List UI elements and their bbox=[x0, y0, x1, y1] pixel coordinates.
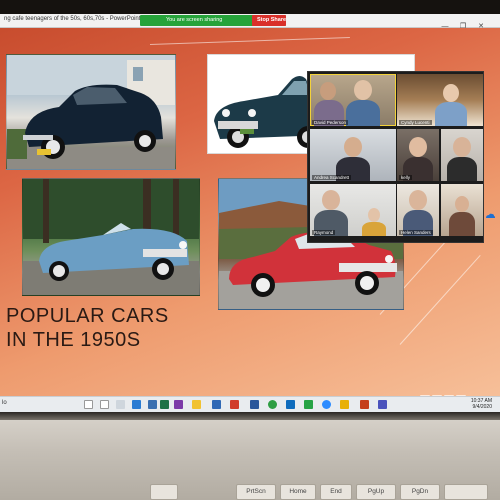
car-photo-light-blue-convertible bbox=[22, 178, 200, 296]
participant-name: kelly bbox=[399, 175, 413, 180]
laptop-screen: POPULAR CARS IN THE 1950S David Pederson… bbox=[0, 14, 500, 412]
powerpoint-icon[interactable] bbox=[360, 400, 369, 409]
stop-share-button[interactable]: Stop Share bbox=[252, 15, 286, 26]
onenote-icon[interactable] bbox=[174, 400, 183, 409]
zoom-icon[interactable] bbox=[322, 400, 331, 409]
minimize-button[interactable]: — bbox=[436, 23, 454, 30]
keyboard-key-prtscn: PrtScn bbox=[236, 484, 276, 500]
keyboard-key-end: End bbox=[320, 484, 352, 500]
edge-icon[interactable] bbox=[132, 400, 141, 409]
outlook-icon[interactable] bbox=[286, 400, 295, 409]
keyboard-key bbox=[444, 484, 488, 500]
window-title-bar: ng cafe teenagers of the 50s, 60s,70s - … bbox=[0, 14, 500, 30]
document-title: ng cafe teenagers of the 50s, 60s,70s - … bbox=[4, 16, 141, 22]
task-view-icon[interactable] bbox=[116, 400, 125, 409]
chrome-icon[interactable] bbox=[268, 400, 277, 409]
keyboard-key-pgdn: PgDn bbox=[400, 484, 440, 500]
clock-date: 9/4/2020 bbox=[472, 404, 492, 410]
taskbar-label: lo bbox=[2, 400, 7, 406]
participant-tile[interactable]: Helen Sanders bbox=[397, 184, 439, 236]
keyboard-key-pgup: PgUp bbox=[356, 484, 396, 500]
windows-icon[interactable] bbox=[84, 400, 93, 409]
star-icon[interactable] bbox=[340, 400, 349, 409]
participant-tile[interactable]: kelly bbox=[397, 129, 439, 181]
window-controls: — ❐ ✕ bbox=[436, 15, 496, 30]
participant-name: Raymond bbox=[312, 230, 336, 235]
slide-decoration-line bbox=[149, 37, 350, 45]
folder-icon[interactable] bbox=[192, 400, 201, 409]
store-icon[interactable] bbox=[148, 400, 157, 409]
participant-name: Andrea Scandrett bbox=[312, 175, 352, 180]
photos-icon[interactable] bbox=[230, 400, 239, 409]
zoom-gallery-panel[interactable]: David Pederson Cyndy Lucenti Andrea Scan… bbox=[307, 71, 484, 243]
search-icon[interactable] bbox=[100, 400, 109, 409]
slide-title-line-2: IN THE 1950S bbox=[6, 329, 141, 351]
participant-tile[interactable]: Andrea Scandrett bbox=[310, 129, 396, 181]
keyboard-key-home: Home bbox=[280, 484, 316, 500]
participant-name: Cyndy Lucenti bbox=[399, 120, 432, 125]
word-icon[interactable] bbox=[250, 400, 259, 409]
onedrive-icon[interactable] bbox=[304, 400, 313, 409]
participant-tile[interactable]: Raymond bbox=[310, 184, 396, 236]
maximize-button[interactable]: ❐ bbox=[454, 22, 472, 30]
participant-tile[interactable]: David Pederson bbox=[310, 74, 396, 126]
participant-tile[interactable] bbox=[441, 129, 483, 181]
participant-name: David Pederson bbox=[312, 120, 349, 125]
windows-taskbar: lo 10:37 AM 9/4/2020 bbox=[0, 396, 500, 412]
keyboard-key bbox=[150, 484, 178, 500]
teams-icon[interactable] bbox=[378, 400, 387, 409]
onedrive-icon[interactable] bbox=[484, 209, 496, 221]
slide-title: POPULAR CARS IN THE 1950S bbox=[6, 304, 169, 352]
mail-icon[interactable] bbox=[212, 400, 221, 409]
screen-sharing-text: You are screen sharing bbox=[166, 17, 223, 23]
slide-title-line-1: POPULAR CARS bbox=[6, 305, 169, 327]
participant-tile[interactable]: Cyndy Lucenti bbox=[397, 74, 483, 126]
excel-icon[interactable] bbox=[160, 400, 169, 409]
participant-name: Helen Sanders bbox=[399, 230, 433, 235]
slide-view-controls[interactable] bbox=[420, 388, 492, 401]
participant-tile[interactable] bbox=[441, 184, 483, 236]
car-photo-dark-sedan bbox=[6, 54, 176, 170]
stop-share-label: Stop Share bbox=[257, 17, 287, 23]
close-button[interactable]: ✕ bbox=[472, 22, 490, 30]
system-clock[interactable]: 10:37 AM 9/4/2020 bbox=[471, 398, 492, 410]
slide-decoration-line bbox=[399, 254, 481, 345]
